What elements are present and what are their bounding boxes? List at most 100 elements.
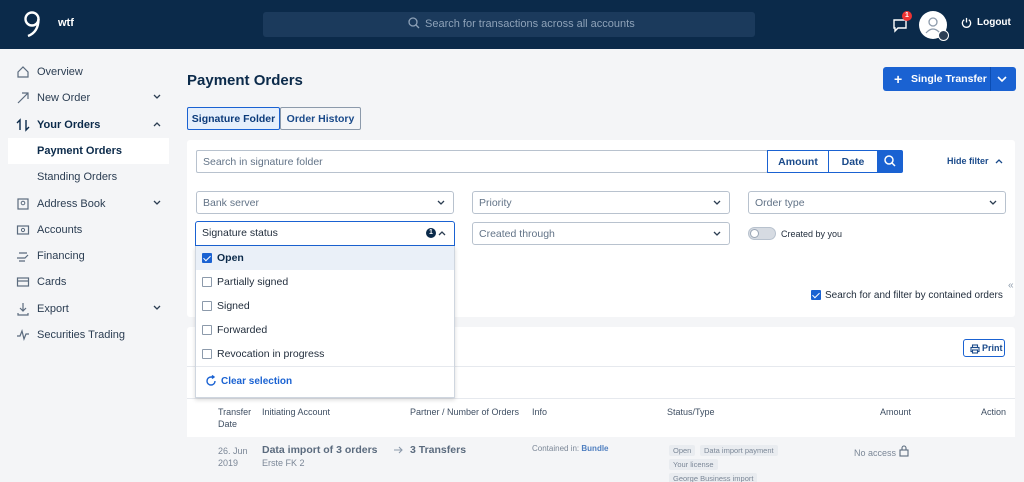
logout-label: Logout <box>977 17 1011 28</box>
print-button[interactable]: Print <box>963 339 1005 357</box>
download-icon <box>17 303 29 316</box>
row-account-sub: Erste FK 2 <box>262 458 305 468</box>
folder-search-input[interactable]: Search in signature folder <box>196 150 768 173</box>
folder-search-button[interactable] <box>877 150 903 173</box>
chevron-down-icon <box>713 200 721 205</box>
printer-icon <box>970 344 980 354</box>
header-transfer-date[interactable]: Transfer Date <box>218 406 251 430</box>
sidebar-item-accounts[interactable]: Accounts <box>8 217 169 243</box>
sidebar-item-your-orders[interactable]: Your Orders <box>8 112 169 138</box>
chevron-down-icon <box>989 200 997 205</box>
amount-button[interactable]: Amount <box>767 150 829 173</box>
option-signed[interactable]: Signed <box>196 294 454 318</box>
header-initiating-account[interactable]: Initiating Account <box>262 406 330 418</box>
date-button[interactable]: Date <box>828 150 878 173</box>
sidebar-item-overview[interactable]: Overview <box>8 59 169 85</box>
settings-badge-icon <box>938 30 949 41</box>
chevron-up-icon <box>438 231 446 236</box>
tab-order-history[interactable]: Order History <box>280 107 361 130</box>
option-revocation-in-progress[interactable]: Revocation in progress <box>196 342 454 366</box>
sidebar-item-financing[interactable]: Financing <box>8 243 169 269</box>
clear-selection-button[interactable]: Clear selection <box>205 375 292 387</box>
messages-button[interactable]: 1 <box>892 11 912 34</box>
checkbox-revocation[interactable] <box>202 349 212 359</box>
header-action: Action <box>981 407 1007 417</box>
header-info: Info <box>532 407 548 417</box>
signature-status-select[interactable]: Signature status 1 <box>195 221 455 246</box>
chevron-down-icon[interactable] <box>997 73 1007 85</box>
checkbox-open[interactable] <box>202 253 212 263</box>
plus-icon: + <box>894 71 903 87</box>
chevron-up-icon <box>153 122 161 127</box>
tab-signature-folder[interactable]: Signature Folder <box>187 107 280 130</box>
bank-server-select[interactable]: Bank server <box>196 191 454 214</box>
chevron-down-icon <box>153 305 161 310</box>
sidebar-item-address-book[interactable]: Address Book <box>8 191 169 217</box>
option-partially-signed[interactable]: Partially signed <box>196 270 454 294</box>
checkbox-signed[interactable] <box>202 301 212 311</box>
sidebar-item-cards[interactable]: Cards <box>8 269 169 295</box>
chevron-down-icon <box>437 200 445 205</box>
checkbox-partially-signed[interactable] <box>202 277 212 287</box>
chevron-down-icon <box>153 200 161 205</box>
chevron-down-icon <box>153 94 161 99</box>
sidebar-item-securities-trading[interactable]: Securities Trading <box>8 322 169 348</box>
lock-icon <box>899 445 909 457</box>
hide-filter-link[interactable]: Hide filter <box>947 156 1003 166</box>
import-badge: George Business import <box>669 473 758 482</box>
chevron-down-icon <box>713 231 721 236</box>
option-open[interactable]: Open <box>196 246 454 270</box>
search-placeholder: Search for transactions across all accou… <box>425 18 635 30</box>
created-by-you-label: Created by you <box>781 229 843 239</box>
user-avatar[interactable] <box>919 11 949 41</box>
row-partner: 3 Transfers <box>410 444 467 456</box>
sidebar-item-payment-orders[interactable]: Payment Orders <box>8 138 169 164</box>
arrow-up-right-icon <box>17 92 29 104</box>
status-badge: Open <box>669 445 696 456</box>
card-icon <box>16 277 30 287</box>
refresh-icon <box>206 375 216 386</box>
row-account-title: Data import of 3 orders <box>262 444 378 456</box>
order-type-select[interactable]: Order type <box>748 191 1006 214</box>
option-forwarded[interactable]: Forwarded <box>196 318 454 342</box>
page-title: Payment Orders <box>187 72 303 89</box>
created-through-select[interactable]: Created through <box>472 222 730 245</box>
power-icon <box>961 17 972 28</box>
accounts-icon <box>16 225 30 235</box>
financing-icon <box>17 252 29 262</box>
sidebar-item-export[interactable]: Export <box>8 296 169 322</box>
george-logo-icon[interactable] <box>22 10 42 38</box>
search-icon <box>408 17 420 29</box>
swap-icon <box>16 118 30 132</box>
contained-orders-checkbox[interactable] <box>811 290 821 300</box>
header-partner[interactable]: Partner / Number of Orders <box>410 406 519 418</box>
header-status-type: Status/Type <box>667 407 715 417</box>
selection-count-badge: 1 <box>426 228 436 238</box>
priority-select[interactable]: Priority <box>472 191 730 214</box>
header-amount[interactable]: Amount <box>880 406 911 418</box>
contact-icon <box>17 198 29 210</box>
chevron-up-icon <box>995 159 1003 164</box>
logout-button[interactable]: Logout <box>961 17 1011 28</box>
home-icon <box>17 66 29 78</box>
arrow-right-icon <box>394 446 403 454</box>
global-search-input[interactable]: Search for transactions across all accou… <box>263 12 755 37</box>
sidebar-item-new-order[interactable]: New Order <box>8 85 169 111</box>
top-bar: wtf Search for transactions across all a… <box>0 0 1024 49</box>
license-badge: Your license <box>669 459 718 470</box>
sidebar-item-standing-orders[interactable]: Standing Orders <box>8 164 169 190</box>
created-by-you-toggle[interactable] <box>748 227 776 240</box>
chart-line-icon <box>17 329 29 341</box>
notification-badge: 1 <box>902 11 912 21</box>
type-badge: Data import payment <box>700 445 778 456</box>
brand-name: wtf <box>58 17 74 29</box>
search-icon <box>884 155 896 167</box>
contained-orders-label: Search for and filter by contained order… <box>825 290 1003 301</box>
collapse-icon[interactable]: « <box>1008 280 1014 291</box>
single-transfer-button[interactable]: + Single Transfer <box>883 67 1016 91</box>
row-amount: No access <box>854 448 897 458</box>
row-info: Contained in: Bundle <box>532 444 609 453</box>
checkbox-forwarded[interactable] <box>202 325 212 335</box>
row-date: 26. Jun 2019 <box>218 446 248 468</box>
bundle-link[interactable]: Bundle <box>581 444 608 453</box>
